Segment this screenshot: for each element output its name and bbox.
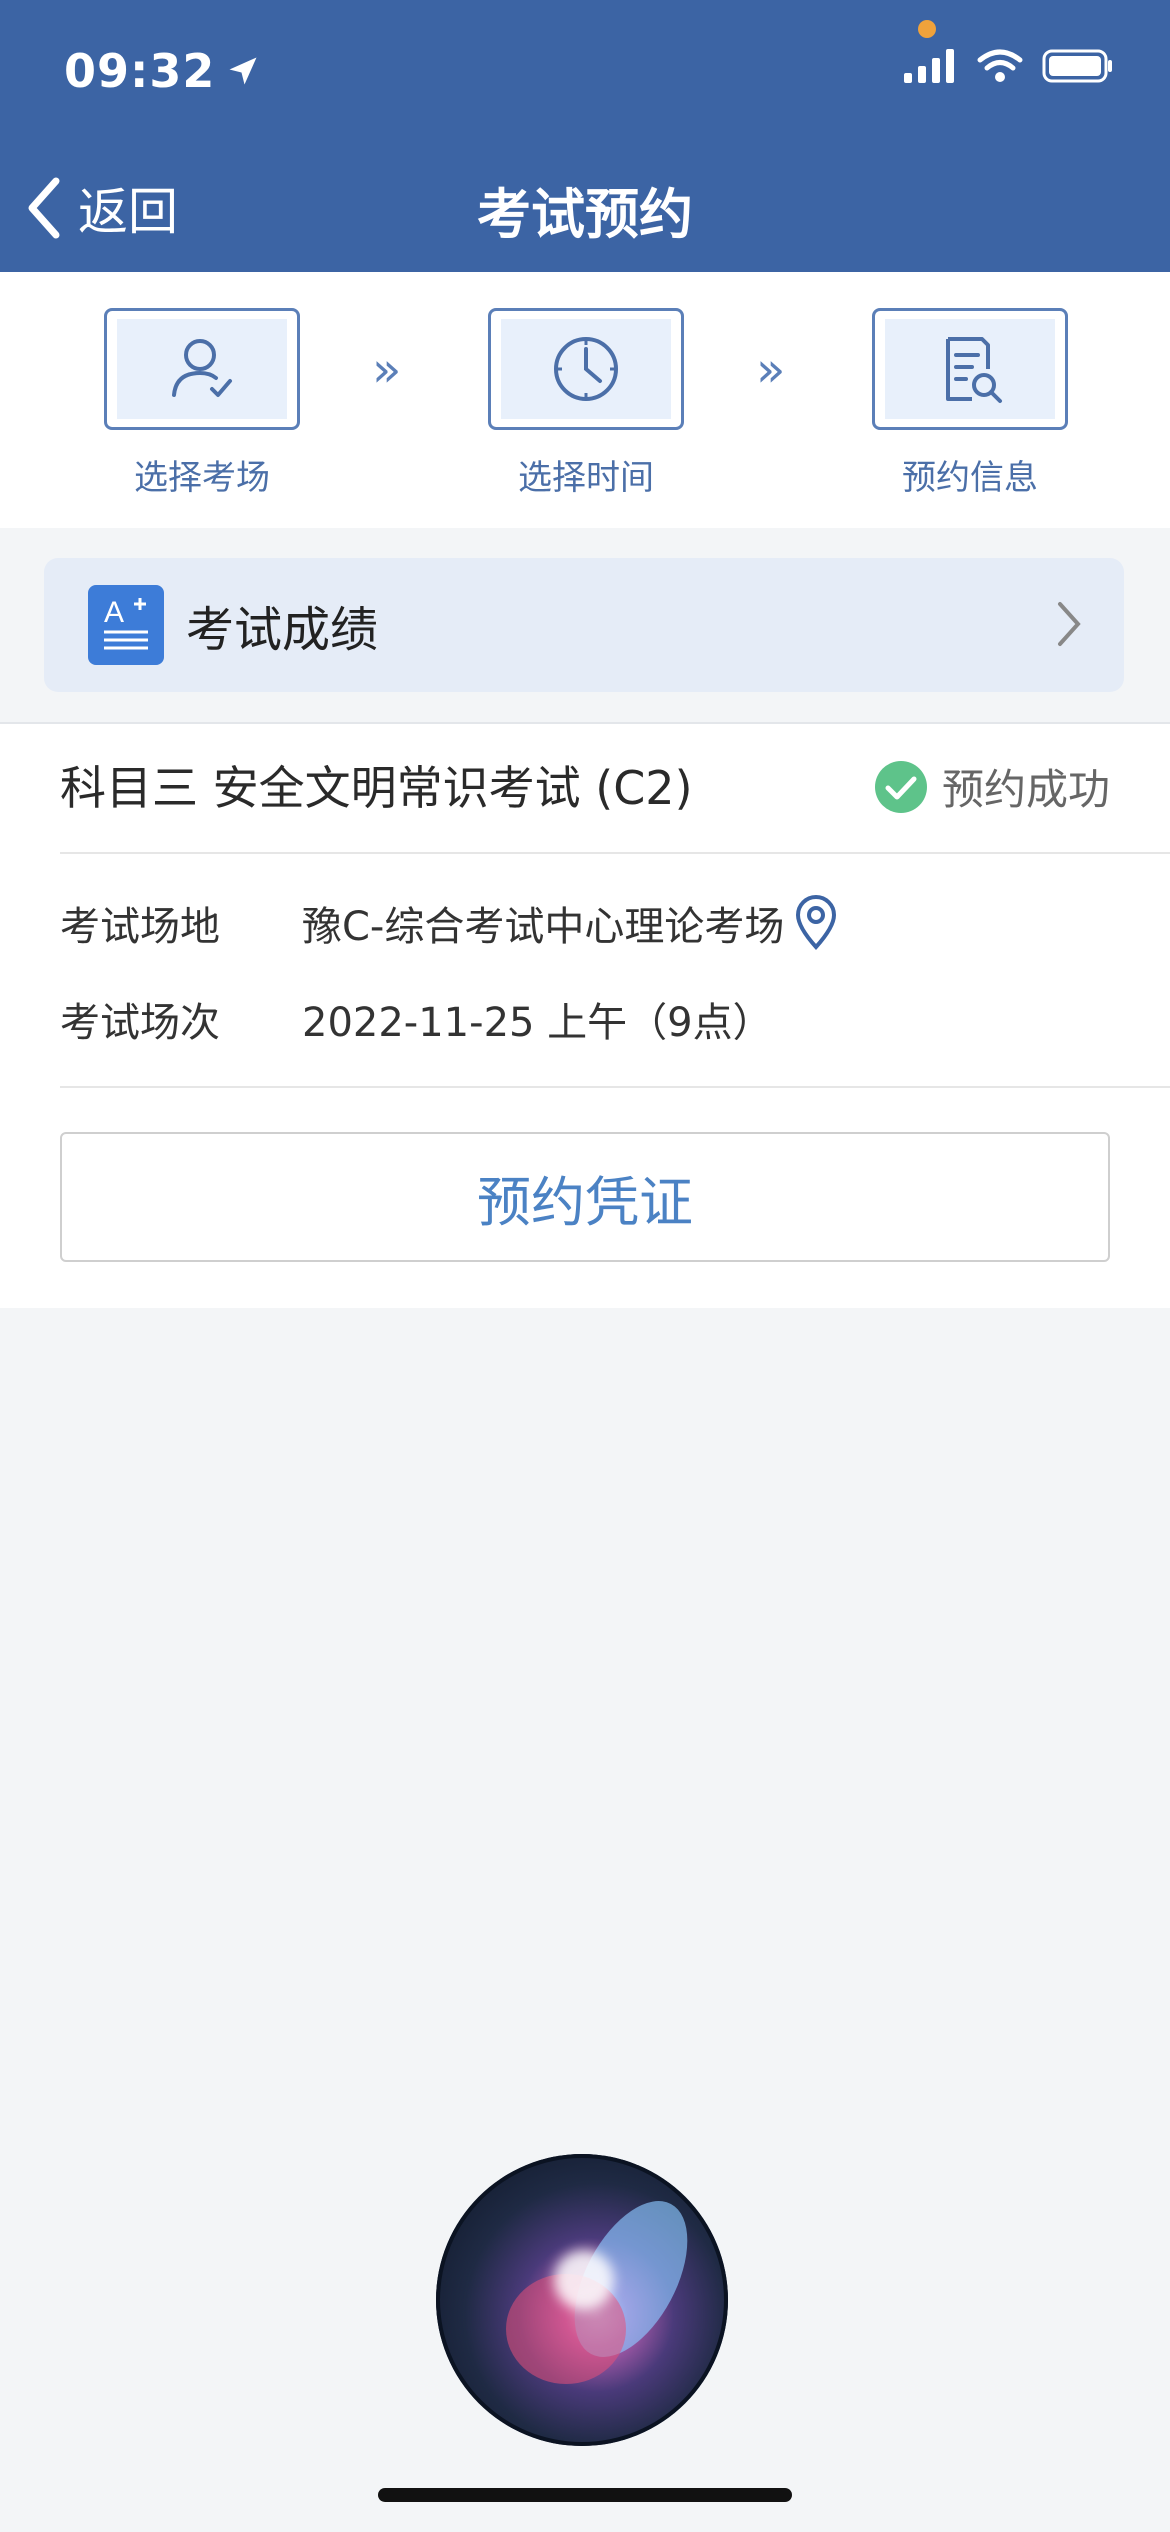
document-search-icon [946,337,1002,403]
exam-score-entry[interactable]: A 考试成绩 [44,558,1124,692]
grade-icon: A [88,585,164,665]
step-label: 预约信息 [902,458,1038,498]
chevron-right-icon [1058,602,1081,646]
clock-icon [554,337,618,401]
map-pin-icon[interactable] [794,895,838,951]
session-value: 2022-11-25 上午（9点） [302,1000,773,1046]
exam-subject: 科目三 安全文明常识考试 (C2) [60,761,693,815]
exam-score-label: 考试成绩 [186,602,379,658]
signal-icon [904,49,954,83]
venue-value: 豫C-综合考试中心理论考场 [302,904,785,950]
privacy-indicator [918,20,936,38]
step-progress: 选择考场 » 选择时间 » 预约信息 [0,272,1170,528]
session-label: 考试场次 [60,1000,220,1046]
step-label: 选择时间 [518,458,654,498]
battery-icon [1042,49,1112,83]
home-indicator[interactable] [378,2488,792,2502]
step-select-time[interactable]: 选择时间 [488,308,684,499]
venue-row: 考试场地 豫C-综合考试中心理论考场 [60,894,838,952]
app-header: 09:32 返回 考试预约 [0,0,1170,272]
siri-orb[interactable] [436,2154,728,2446]
step-select-venue[interactable]: 选择考场 [104,308,300,499]
check-circle-icon [874,760,927,813]
appointment-voucher-button[interactable]: 预约凭证 [60,1132,1110,1262]
double-chevron-icon: » [372,342,402,398]
session-row: 考试场次 2022-11-25 上午（9点） [60,990,773,1048]
page-title: 考试预约 [477,183,693,246]
divider [60,852,1170,854]
location-arrow-icon [229,57,257,85]
step-label: 选择考场 [134,458,270,498]
status-time: 09:32 [64,44,261,98]
svg-text:A: A [104,596,124,629]
person-check-icon [172,339,232,397]
wifi-icon [977,49,1023,82]
step-appointment-info[interactable]: 预约信息 [872,308,1068,499]
status-icons [904,48,1114,84]
venue-label: 考试场地 [60,904,220,950]
appointment-card: 科目三 安全文明常识考试 (C2) 预约成功 考试场地 豫C-综合考试中心理论考… [0,722,1170,1308]
double-chevron-icon: » [756,342,786,398]
divider [60,1086,1170,1088]
status-badge: 预约成功 [874,756,1110,817]
